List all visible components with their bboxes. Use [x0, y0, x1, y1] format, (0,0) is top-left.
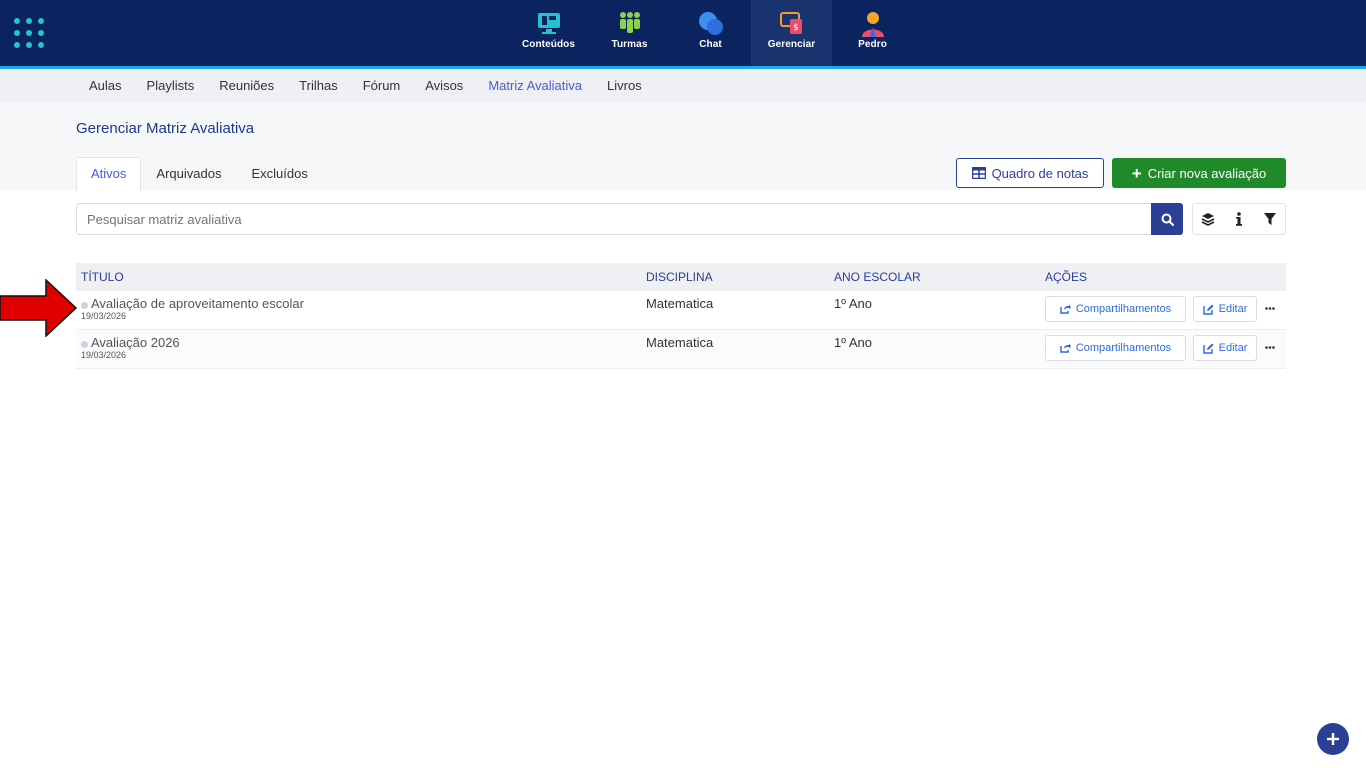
plus-icon — [1327, 733, 1339, 745]
row-disciplina: Matematica — [646, 296, 714, 311]
svg-text:$: $ — [793, 23, 799, 33]
header-disciplina: DISCIPLINA — [646, 270, 713, 284]
page-title: Gerenciar Matriz Avaliativa — [76, 120, 255, 137]
row-ano-escolar: 1º Ano — [834, 335, 873, 350]
topnav-profile[interactable]: Pedro — [832, 0, 913, 66]
floating-add-button[interactable] — [1317, 723, 1349, 755]
table-header: TÍTULO DISCIPLINA ANO ESCOLAR AÇÕES — [76, 263, 1286, 291]
monitor-icon — [537, 13, 560, 34]
edit-icon — [1202, 343, 1214, 354]
status-dot — [81, 302, 88, 309]
filter-button[interactable] — [1254, 204, 1285, 234]
editar-button[interactable]: Editar — [1193, 335, 1257, 361]
topnav-label: Chat — [699, 39, 722, 50]
topnav-conteudos[interactable]: Conteúdos — [508, 0, 589, 66]
compartilhamentos-button[interactable]: Compartilhamentos — [1045, 296, 1186, 322]
share-icon — [1060, 304, 1071, 314]
compartilhamentos-button[interactable]: Compartilhamentos — [1045, 335, 1186, 361]
search-icon — [1161, 213, 1174, 226]
editar-button[interactable]: Editar — [1193, 296, 1257, 322]
table-icon — [971, 167, 986, 179]
filter-icon — [1263, 213, 1276, 225]
editar-label: Editar — [1218, 303, 1248, 315]
topnav-label: Turmas — [611, 39, 648, 50]
criar-nova-avaliacao-button[interactable]: + Criar nova avaliação — [1112, 158, 1286, 188]
tab-arquivados[interactable]: Arquivados — [141, 157, 236, 191]
row-title[interactable]: Avaliação de aproveitamento escolar — [91, 296, 304, 311]
edit-icon — [1202, 304, 1214, 315]
search-input[interactable] — [76, 203, 1151, 235]
people-icon — [619, 12, 640, 33]
tab-ativos[interactable]: Ativos — [76, 157, 142, 191]
red-arrow-annotation-icon — [0, 279, 78, 337]
subnav-aulas[interactable]: Aulas — [89, 78, 122, 93]
row-ano-escolar: 1º Ano — [834, 296, 873, 311]
row-date: 19/03/2026 — [81, 350, 127, 360]
editar-label: Editar — [1218, 342, 1248, 354]
row-date: 19/03/2026 — [81, 311, 127, 321]
criar-nova-avaliacao-label: Criar nova avaliação — [1147, 165, 1267, 181]
subnav-avisos[interactable]: Avisos — [425, 78, 463, 93]
topnav-label: Gerenciar — [767, 39, 816, 50]
quadro-de-notas-label: Quadro de notas — [991, 165, 1089, 181]
layers-button[interactable] — [1193, 204, 1224, 234]
table-row: Avaliação de aproveitamento escolar 19/0… — [76, 291, 1286, 330]
user-avatar-icon — [861, 12, 884, 37]
view-tools — [1192, 203, 1286, 235]
subnav-matriz-avaliativa[interactable]: Matriz Avaliativa — [488, 78, 582, 93]
layers-icon — [1201, 213, 1215, 226]
top-nav: Conteúdos Turmas Chat $ Gerenciar Pedro — [508, 0, 913, 66]
header-acoes: AÇÕES — [1045, 270, 1088, 284]
matriz-table: TÍTULO DISCIPLINA ANO ESCOLAR AÇÕES Aval… — [76, 263, 1286, 369]
row-disciplina: Matematica — [646, 335, 714, 350]
subnav-playlists[interactable]: Playlists — [147, 78, 195, 93]
subnav-trilhas[interactable]: Trilhas — [299, 78, 338, 93]
topnav-turmas[interactable]: Turmas — [589, 0, 670, 66]
topnav-label: Pedro — [858, 39, 887, 50]
row-title[interactable]: Avaliação 2026 — [91, 335, 180, 350]
more-options-button[interactable] — [1262, 339, 1278, 355]
subnav-reunioes[interactable]: Reuniões — [219, 78, 274, 93]
sub-nav: Aulas Playlists Reuniões Trilhas Fórum A… — [0, 69, 1366, 102]
compartilhamentos-label: Compartilhamentos — [1075, 342, 1172, 354]
header-titulo: TÍTULO — [81, 270, 124, 284]
status-tabs: Ativos Arquivados Excluídos — [76, 157, 323, 191]
table-row: Avaliação 2026 19/03/2026 Matematica 1º … — [76, 330, 1286, 369]
share-icon — [1060, 343, 1071, 353]
ellipsis-icon — [1265, 306, 1275, 310]
subnav-forum[interactable]: Fórum — [363, 78, 401, 93]
search-button[interactable] — [1151, 203, 1183, 235]
info-icon — [1236, 212, 1242, 226]
apps-grid-icon[interactable] — [14, 18, 46, 48]
plus-icon: + — [1131, 163, 1142, 183]
subnav-livros[interactable]: Livros — [607, 78, 642, 93]
manage-devices-icon: $ — [779, 12, 802, 34]
compartilhamentos-label: Compartilhamentos — [1075, 303, 1172, 315]
more-options-button[interactable] — [1262, 300, 1278, 316]
quadro-de-notas-button[interactable]: Quadro de notas — [956, 158, 1104, 188]
header-ano-escolar: ANO ESCOLAR — [834, 270, 921, 284]
topnav-label: Conteúdos — [521, 39, 576, 50]
topnav-chat[interactable]: Chat — [670, 0, 751, 66]
top-bar: Conteúdos Turmas Chat $ Gerenciar Pedro — [0, 0, 1366, 66]
status-dot — [81, 341, 88, 348]
ellipsis-icon — [1265, 345, 1275, 349]
tab-excluidos[interactable]: Excluídos — [236, 157, 322, 191]
info-button[interactable] — [1224, 204, 1255, 234]
chat-bubbles-icon — [698, 12, 723, 35]
topnav-gerenciar[interactable]: $ Gerenciar — [751, 0, 832, 66]
